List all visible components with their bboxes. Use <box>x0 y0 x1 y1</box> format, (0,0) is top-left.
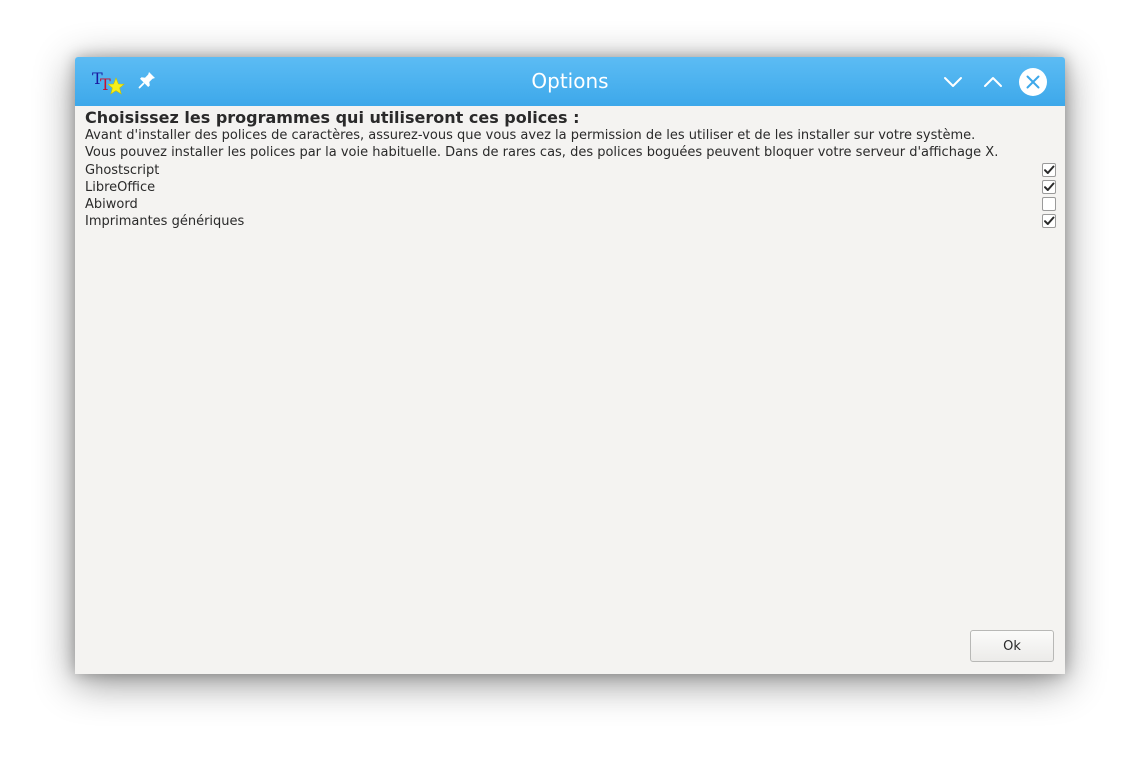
program-row-ghostscript[interactable]: Ghostscript <box>85 162 1057 179</box>
maximize-icon <box>984 77 1002 87</box>
generic-printers-checkbox[interactable] <box>1042 214 1056 228</box>
program-row-abiword[interactable]: Abiword <box>85 196 1057 213</box>
ghostscript-checkbox[interactable] <box>1042 163 1056 177</box>
close-icon <box>1019 68 1047 96</box>
window-title: Options <box>531 69 609 93</box>
abiword-checkbox[interactable] <box>1042 197 1056 211</box>
ok-button[interactable]: Ok <box>970 630 1054 662</box>
section-heading: Choisissez les programmes qui utiliseron… <box>85 108 580 127</box>
close-button[interactable] <box>1018 67 1048 97</box>
minimize-button[interactable] <box>938 67 968 97</box>
dialog-content: Choisissez les programmes qui utiliseron… <box>85 108 1060 668</box>
program-label: Ghostscript <box>85 163 160 178</box>
checkmark-icon <box>1044 216 1055 225</box>
checkmark-icon <box>1044 182 1055 191</box>
program-row-libreoffice[interactable]: LibreOffice <box>85 179 1057 196</box>
libreoffice-checkbox[interactable] <box>1042 180 1056 194</box>
info-text-warning: Vous pouvez installer les polices par la… <box>85 145 999 160</box>
program-label: Imprimantes génériques <box>85 214 245 229</box>
program-label: Abiword <box>85 197 138 212</box>
minimize-icon <box>944 77 962 87</box>
options-dialog: T T Options Choisissez les programmes qu… <box>75 57 1065 674</box>
title-bar[interactable]: T T Options <box>75 57 1065 106</box>
maximize-button[interactable] <box>978 67 1008 97</box>
checkmark-icon <box>1044 165 1055 174</box>
program-label: LibreOffice <box>85 180 156 195</box>
program-row-generic-printers[interactable]: Imprimantes génériques <box>85 213 1057 230</box>
info-text-permission: Avant d'installer des polices de caractè… <box>85 128 976 143</box>
